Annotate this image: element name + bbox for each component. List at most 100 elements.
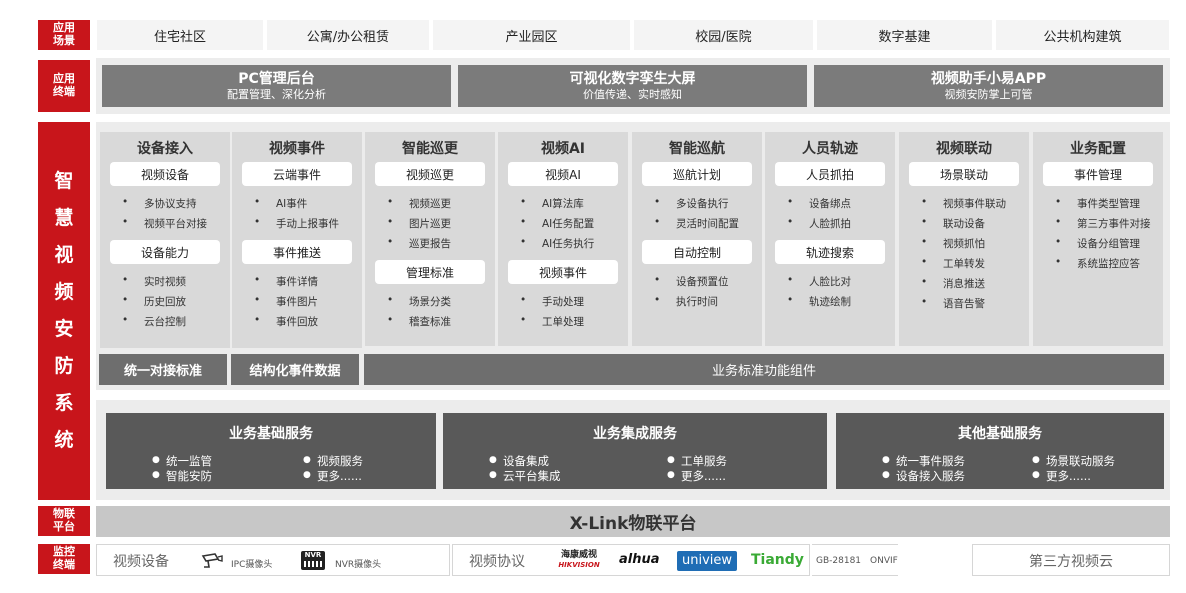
service-title: 其他基础服务 xyxy=(958,426,1042,442)
label-terminal-text: 应用 终端 xyxy=(53,72,75,98)
column-pill: 视频AI xyxy=(508,162,618,186)
nvr-icon-text: NVR xyxy=(304,551,322,559)
column-title: 视频AI xyxy=(540,141,586,157)
scene-item: 住宅社区 xyxy=(97,20,263,50)
system-title-char: 统 xyxy=(54,429,74,451)
function-column: 设备接入视频设备多协议支持视频平台对接设备能力实时视频历史回放云台控制 xyxy=(100,132,230,348)
service-item: 更多...... xyxy=(1032,468,1091,484)
column-bullet: 视频巡更 xyxy=(387,196,451,211)
column-pill: 人员抓拍 xyxy=(775,162,885,186)
bar-unified-standard-text: 统一对接标准 xyxy=(123,364,202,379)
label-monitor: 监控 终端 xyxy=(38,544,90,574)
service-item: 统一监管 xyxy=(152,453,212,469)
service-item: 视频服务 xyxy=(303,453,363,469)
column-bullet: 视频抓怕 xyxy=(921,236,985,251)
label-scene: 应用 场景 xyxy=(38,20,90,50)
terminal-app-sub: 视频安防掌上可管 xyxy=(944,88,1033,101)
column-pill: 云端事件 xyxy=(242,162,352,186)
column-bullet: 工单处理 xyxy=(520,314,584,329)
column-bullet: 手动上报事件 xyxy=(254,216,339,231)
label-monitor-text: 监控 终端 xyxy=(53,545,75,571)
terminal-pc: PC管理后台 配置管理、深化分析 xyxy=(102,65,451,107)
iot-platform-bar: X-Link物联平台 xyxy=(96,506,1170,537)
uniview-logo: uniview xyxy=(677,551,738,571)
function-column: 视频AI 视频AI AI算法库 AI任务配置 AI任务执行视频事件手动处理工单处理 xyxy=(498,132,628,346)
service-block: 业务集成服务设备集成 工单服务云平台集成 更多...... xyxy=(443,413,827,489)
column-pill: 自动控制 xyxy=(642,240,752,264)
label-iot: 物联 平台 xyxy=(38,506,90,536)
function-band: 设备接入视频设备多协议支持视频平台对接设备能力实时视频历史回放云台控制视频事件云… xyxy=(96,122,1170,390)
bar-structured-data: 结构化事件数据 xyxy=(231,354,359,385)
column-pill: 巡航计划 xyxy=(642,162,752,186)
function-column: 视频联动场景联动视频事件联动联动设备视频抓怕工单转发消息推送语音告警 xyxy=(899,132,1029,346)
ipc-camera-icon xyxy=(201,553,223,568)
column-pill: 轨迹搜索 xyxy=(775,240,885,264)
scene-item: 公寓/办公租赁 xyxy=(267,20,429,50)
hikvision-cn: 海康威视 xyxy=(560,550,597,560)
system-title-char: 视 xyxy=(54,244,74,266)
gb28181-label: GB-28181 xyxy=(816,556,862,566)
column-bullet: 执行时间 xyxy=(654,294,718,309)
service-item: 智能安防 xyxy=(152,468,212,484)
column-bullet: 设备绑点 xyxy=(787,196,851,211)
column-bullet: 历史回放 xyxy=(122,294,186,309)
column-pill: 事件管理 xyxy=(1043,162,1153,186)
column-bullet: 工单转发 xyxy=(921,256,985,271)
column-title: 人员轨迹 xyxy=(802,141,858,157)
label-system: 智慧视频安防系统 xyxy=(38,122,90,500)
service-item: 统一事件服务 xyxy=(882,453,965,469)
terminal-pc-title: PC管理后台 xyxy=(238,71,315,87)
bar-business-components: 业务标准功能组件 xyxy=(364,354,1164,385)
column-bullet: AI任务配置 xyxy=(520,216,594,231)
column-bullet: AI算法库 xyxy=(520,196,584,211)
bar-structured-data-text: 结构化事件数据 xyxy=(249,364,341,379)
ipc-label: IPC摄像头 xyxy=(231,560,273,570)
column-bullet: AI任务执行 xyxy=(520,236,594,251)
service-item: 更多...... xyxy=(667,468,726,484)
iot-platform-text: X-Link物联平台 xyxy=(569,514,697,534)
label-terminal: 应用 终端 xyxy=(38,60,90,112)
column-bullet: 稽查标准 xyxy=(387,314,451,329)
column-title: 视频联动 xyxy=(936,141,992,157)
column-title: 视频事件 xyxy=(269,141,325,157)
column-bullet: 实时视频 xyxy=(122,274,186,289)
column-bullet: 视频事件联动 xyxy=(921,196,1006,211)
scene-item: 校园/医院 xyxy=(634,20,813,50)
scene-item: 公共机构建筑 xyxy=(996,20,1169,50)
third-party-cloud: 第三方视频云 xyxy=(1029,554,1113,570)
column-bullet: 消息推送 xyxy=(921,276,985,291)
terminal-screen-sub: 价值传递、实时感知 xyxy=(583,88,682,101)
service-title: 业务集成服务 xyxy=(593,426,677,442)
terminal-app-title: 视频助手小易APP xyxy=(930,71,1047,87)
column-bullet: 视频平台对接 xyxy=(122,216,207,231)
service-item: 更多...... xyxy=(303,468,362,484)
column-title: 智能巡航 xyxy=(669,141,725,157)
column-bullet: 设备分组管理 xyxy=(1055,236,1140,251)
onvif-label: ONVIF xyxy=(870,556,898,566)
service-block: 其他基础服务统一事件服务 场景联动服务设备接入服务 更多...... xyxy=(836,413,1164,489)
hikvision-en: HIKVISION xyxy=(558,561,600,569)
column-bullet: 事件详情 xyxy=(254,274,318,289)
column-bullet: 人脸比对 xyxy=(787,274,851,289)
column-bullet: 云台控制 xyxy=(122,314,186,329)
dahua-logo: alhua xyxy=(619,552,660,567)
service-item: 场景联动服务 xyxy=(1032,453,1115,469)
monitor-devices: 视频设备 IPC摄像头 NVR NVR摄像头 xyxy=(96,544,450,576)
nvr-icon: NVR xyxy=(301,551,325,570)
column-bullet: 人脸抓拍 xyxy=(787,216,851,231)
column-bullet: 手动处理 xyxy=(520,294,584,309)
monitor-protocols: 视频协议 海康威视 HIKVISION alhua uniview Tiandy xyxy=(452,544,810,576)
system-title-char: 频 xyxy=(54,281,74,303)
terminal-pc-sub: 配置管理、深化分析 xyxy=(227,88,326,101)
column-bullet: 事件图片 xyxy=(254,294,318,309)
function-column: 业务配置事件管理事件类型管理第三方事件对接设备分组管理系统监控应答 xyxy=(1033,132,1163,346)
column-bullet: 灵活时间配置 xyxy=(654,216,739,231)
scene-row: 住宅社区 公寓/办公租赁 产业园区 校园/医院 数字基建 公共机构建筑 xyxy=(97,20,1169,50)
column-pill: 设备能力 xyxy=(110,240,220,264)
service-item: 工单服务 xyxy=(667,453,727,469)
terminal-app: 视频助手小易APP 视频安防掌上可管 xyxy=(814,65,1163,107)
column-bullet: 事件类型管理 xyxy=(1055,196,1140,211)
column-bullet: 巡更报告 xyxy=(387,236,451,251)
function-column: 智能巡航巡航计划多设备执行灵活时间配置自动控制设备预置位执行时间 xyxy=(632,132,762,346)
column-bullet: 设备预置位 xyxy=(654,274,728,289)
